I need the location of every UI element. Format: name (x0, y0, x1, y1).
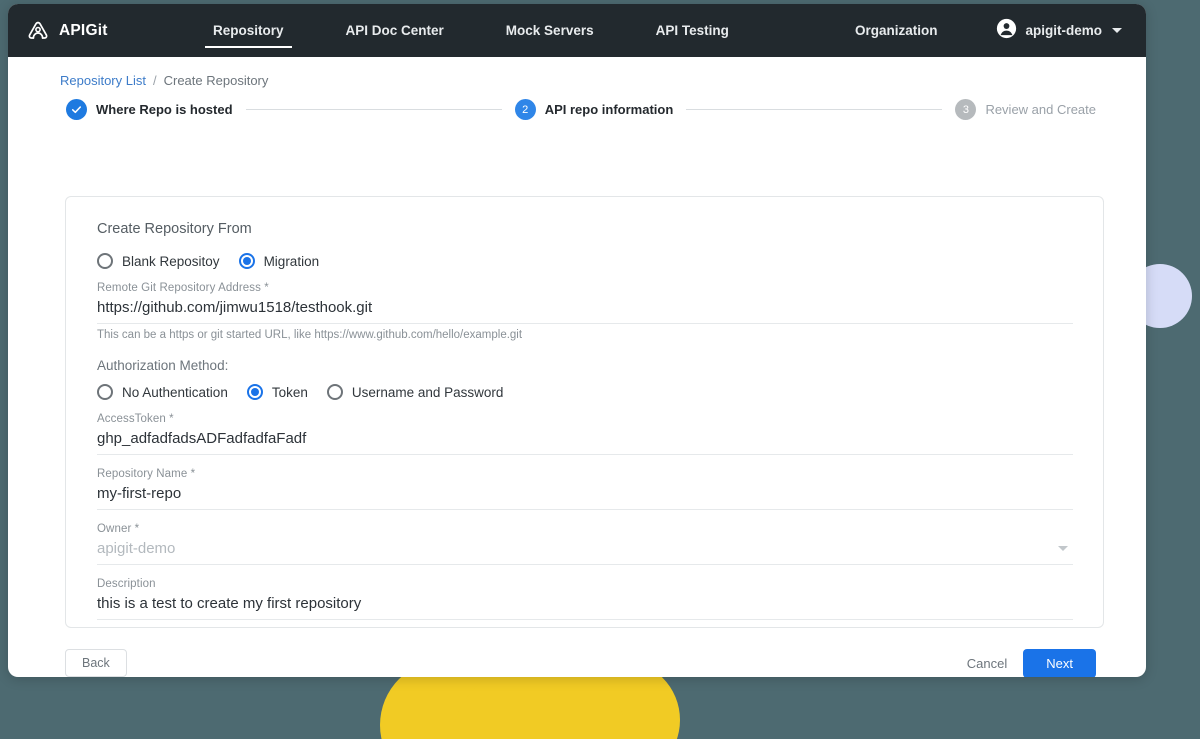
access-token-label: AccessToken * (97, 413, 174, 425)
wizard-stepper: Where Repo is hosted 2 API repo informat… (66, 99, 1096, 120)
radio-migration-label: Migration (263, 253, 320, 269)
step-review-and-create[interactable]: 3 Review and Create (955, 99, 1096, 120)
access-token-input[interactable]: ghp_adfadfadsADFadfadfaFadf (97, 427, 1073, 455)
back-button[interactable]: Back (65, 649, 127, 677)
breadcrumb-current: Create Repository (163, 73, 269, 88)
radio-blank-repository-ring (97, 253, 113, 269)
dropdown-caret-icon[interactable] (1058, 546, 1068, 551)
radio-blank-repository-label: Blank Repositoy (122, 253, 220, 269)
form-footer: Back Cancel Next (65, 649, 1096, 677)
step-2-badge: 2 (514, 99, 536, 120)
app-window: APIGit Repository API Doc Center Mock Se… (8, 4, 1146, 677)
radio-no-authentication-ring (97, 384, 113, 400)
radio-no-authentication-label: No Authentication (122, 384, 228, 400)
chevron-down-icon (1112, 28, 1122, 33)
step-1-check-icon (66, 99, 87, 120)
radio-username-and-password-ring (326, 384, 343, 400)
owner-label: Owner * (97, 523, 140, 535)
next-button[interactable]: Next (1023, 649, 1096, 677)
field-repository-name: Repository Name * my-first-repo (97, 468, 1073, 510)
remote-git-address-label: Remote Git Repository Address * (97, 282, 269, 294)
create-from-radio-group: Blank Repositoy Migration (97, 253, 1073, 269)
cancel-button[interactable]: Cancel (967, 656, 1007, 671)
nav-item-mock-servers[interactable]: Mock Servers (506, 4, 594, 57)
remote-git-address-hint: This can be a https or git started URL, … (97, 329, 523, 341)
step-api-repo-information[interactable]: 2 API repo information (514, 99, 674, 120)
description-label: Description (97, 578, 156, 590)
description-input[interactable]: this is a test to create my first reposi… (97, 592, 1073, 620)
breadcrumb-separator: / (152, 73, 157, 88)
authorization-radio-group: No Authentication Token Username and Pas… (97, 384, 1073, 400)
brand-logo[interactable]: APIGit (26, 19, 176, 43)
page-body: Repository List / Create Repository Wher… (8, 57, 1146, 677)
step-2-label: API repo information (544, 102, 674, 117)
radio-token-ring (246, 384, 263, 400)
step-3-label: Review and Create (985, 102, 1096, 117)
field-description: Description this is a test to create my … (97, 578, 1073, 620)
owner-select[interactable]: apigit-demo (97, 537, 1073, 565)
primary-nav: Repository API Doc Center Mock Servers A… (205, 4, 729, 57)
brand-name: APIGit (59, 21, 108, 39)
field-access-token: AccessToken * ghp_adfadfadsADFadfadfaFad… (97, 413, 1073, 455)
account-name: apigit-demo (1025, 23, 1103, 38)
field-remote-git-address: Remote Git Repository Address * https://… (97, 282, 1073, 341)
top-navigation-bar: APIGit Repository API Doc Center Mock Se… (8, 4, 1146, 57)
breadcrumb: Repository List / Create Repository (60, 73, 268, 88)
step-3-badge: 3 (955, 99, 977, 120)
step-where-repo-is-hosted[interactable]: Where Repo is hosted (66, 99, 233, 120)
radio-migration-ring (238, 253, 255, 269)
radio-token[interactable]: Token (246, 384, 308, 400)
authorization-method-title: Authorization Method: (97, 358, 229, 373)
nav-item-api-doc-center[interactable]: API Doc Center (346, 4, 444, 57)
user-avatar-icon (996, 18, 1017, 44)
radio-migration[interactable]: Migration (238, 253, 320, 269)
radio-no-authentication[interactable]: No Authentication (97, 384, 228, 400)
nav-item-api-testing[interactable]: API Testing (656, 4, 729, 57)
remote-git-address-input[interactable]: https://github.com/jimwu1518/testhook.gi… (97, 296, 1073, 324)
nav-right-group: Organization apigit-demo (855, 18, 1122, 44)
radio-blank-repository[interactable]: Blank Repositoy (97, 253, 220, 269)
apigit-logo-icon (26, 19, 50, 43)
radio-token-label: Token (271, 384, 308, 400)
step-connector-1 (245, 109, 502, 110)
create-repository-from-title: Create Repository From (97, 221, 252, 237)
step-connector-2 (686, 109, 943, 110)
repository-form-card: Create Repository From Blank Repositoy M… (65, 196, 1104, 628)
footer-actions: Cancel Next (967, 649, 1096, 677)
radio-username-and-password-label: Username and Password (351, 384, 504, 400)
repository-name-input[interactable]: my-first-repo (97, 482, 1073, 510)
account-menu[interactable]: apigit-demo (996, 18, 1122, 44)
nav-item-repository[interactable]: Repository (205, 4, 291, 57)
nav-item-organization[interactable]: Organization (855, 23, 938, 38)
radio-username-and-password[interactable]: Username and Password (326, 384, 504, 400)
field-owner: Owner * apigit-demo (97, 523, 1073, 565)
repository-form: Create Repository From Blank Repositoy M… (66, 197, 1103, 620)
repository-name-label: Repository Name * (97, 468, 196, 480)
breadcrumb-link-repository-list[interactable]: Repository List (60, 73, 146, 88)
step-1-label: Where Repo is hosted (96, 102, 233, 117)
